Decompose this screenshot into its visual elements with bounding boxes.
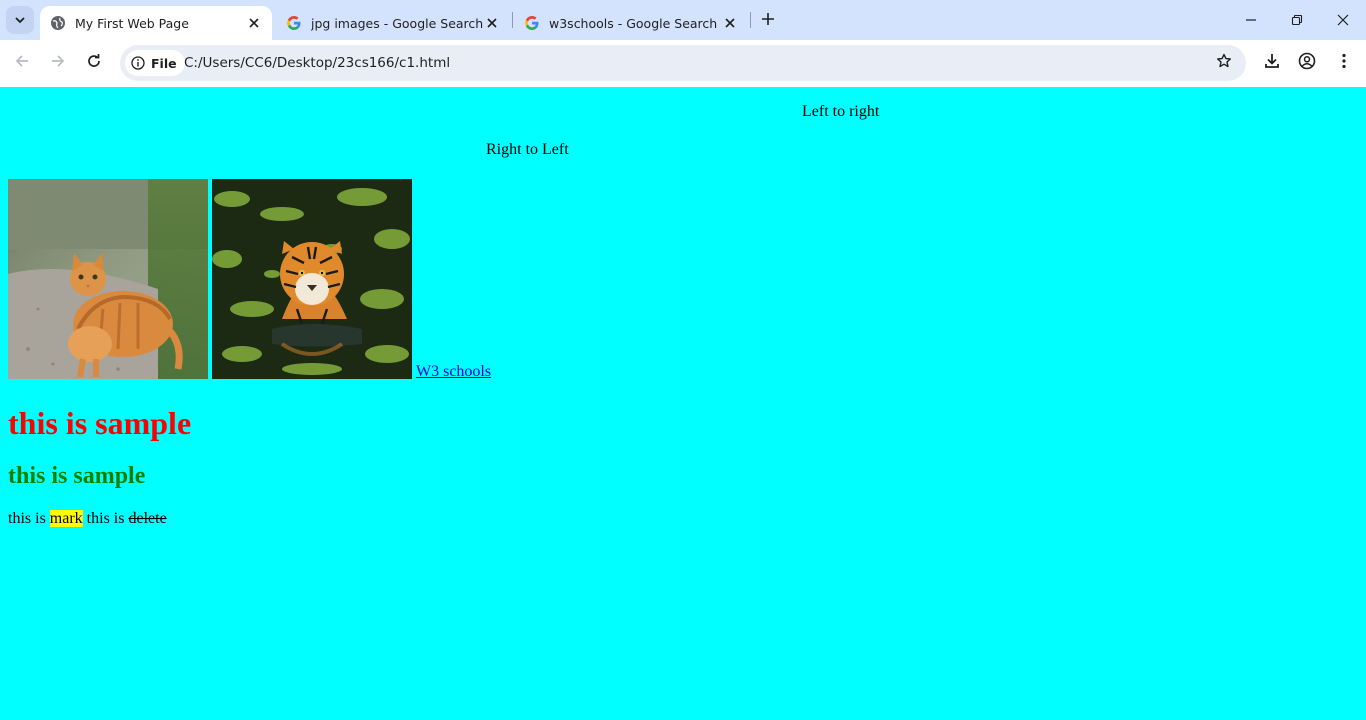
tab-w3schools[interactable]: w3schools - Google Search bbox=[514, 6, 748, 40]
menu-button[interactable] bbox=[1333, 52, 1355, 74]
new-tab-button[interactable] bbox=[756, 8, 780, 32]
download-icon bbox=[1263, 52, 1281, 74]
back-button[interactable] bbox=[5, 46, 39, 80]
paragraph-text-middle: this is bbox=[82, 510, 129, 527]
site-info-chip[interactable]: File bbox=[125, 50, 185, 76]
info-icon bbox=[131, 56, 145, 70]
minimize-button[interactable] bbox=[1228, 0, 1274, 40]
marked-text: mark bbox=[49, 510, 83, 527]
tab-search-button[interactable] bbox=[6, 6, 34, 34]
reload-icon bbox=[86, 53, 102, 73]
close-tab-icon[interactable] bbox=[246, 15, 262, 31]
close-icon bbox=[1337, 11, 1349, 30]
tab-title: w3schools - Google Search bbox=[549, 15, 718, 31]
marquee-left-to-right: Left to right bbox=[802, 103, 880, 120]
address-bar[interactable]: File C:/Users/CC6/Desktop/23cs166/c1.htm… bbox=[120, 45, 1246, 81]
tiger-image bbox=[212, 179, 412, 379]
more-vert-icon bbox=[1335, 52, 1353, 74]
tab-title: jpg images - Google Search bbox=[311, 15, 484, 31]
deleted-text: delete bbox=[128, 510, 167, 527]
page-viewport: Left to right Right to Left W3 schools t… bbox=[0, 87, 1366, 720]
restore-button[interactable] bbox=[1274, 0, 1320, 40]
heading-red: this is sample bbox=[8, 405, 192, 441]
close-window-button[interactable] bbox=[1320, 0, 1366, 40]
cat-image bbox=[8, 179, 208, 379]
google-icon bbox=[286, 15, 302, 31]
w3schools-link[interactable]: W3 schools bbox=[416, 363, 491, 381]
chevron-down-icon bbox=[14, 11, 26, 30]
tab-my-first-web-page[interactable]: My First Web Page bbox=[40, 6, 272, 40]
browser-toolbar: File C:/Users/CC6/Desktop/23cs166/c1.htm… bbox=[0, 40, 1366, 87]
marquee-right-to-left: Right to Left bbox=[486, 141, 569, 158]
downloads-button[interactable] bbox=[1261, 52, 1283, 74]
tab-title: My First Web Page bbox=[75, 15, 189, 31]
tab-separator bbox=[512, 12, 513, 28]
site-info-label: File bbox=[151, 55, 177, 71]
account-icon bbox=[1298, 52, 1316, 74]
globe-icon bbox=[50, 15, 66, 31]
tab-separator bbox=[750, 12, 751, 28]
paragraph-text-prefix: this is bbox=[8, 510, 50, 527]
star-icon bbox=[1216, 53, 1232, 73]
url-text[interactable]: C:/Users/CC6/Desktop/23cs166/c1.html bbox=[184, 45, 450, 81]
sample-paragraph: this is mark this is delete bbox=[8, 510, 167, 528]
arrow-left-icon bbox=[14, 53, 30, 73]
heading-green: this is sample bbox=[8, 463, 146, 489]
profile-button[interactable] bbox=[1296, 52, 1318, 74]
close-tab-icon[interactable] bbox=[722, 15, 738, 31]
arrow-right-icon bbox=[50, 53, 66, 73]
reload-button[interactable] bbox=[77, 46, 111, 80]
tab-jpg-images[interactable]: jpg images - Google Search bbox=[276, 6, 510, 40]
minimize-icon bbox=[1245, 11, 1257, 30]
bookmark-button[interactable] bbox=[1214, 53, 1234, 73]
forward-button[interactable] bbox=[41, 46, 75, 80]
google-icon bbox=[524, 15, 540, 31]
plus-icon bbox=[761, 11, 775, 30]
tab-strip: My First Web Page jpg images - Google Se… bbox=[0, 0, 1366, 40]
restore-icon bbox=[1291, 11, 1303, 30]
close-tab-icon[interactable] bbox=[484, 15, 500, 31]
